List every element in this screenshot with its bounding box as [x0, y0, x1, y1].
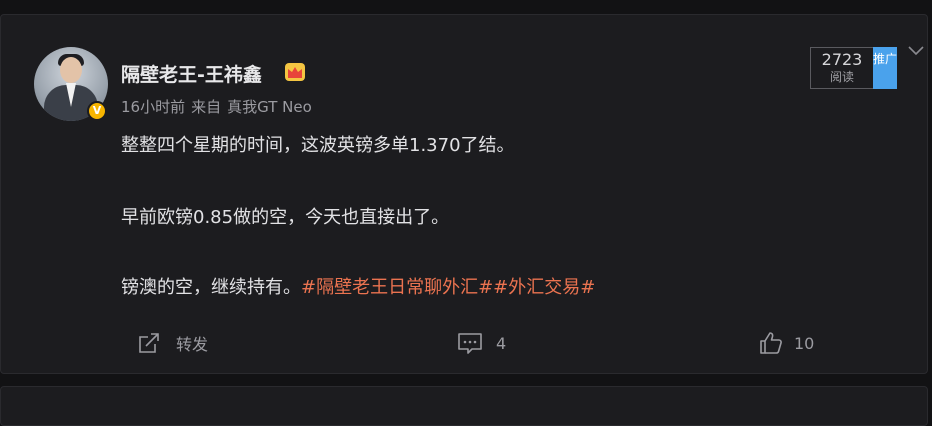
username[interactable]: 隔壁老王-王祎鑫 [121, 60, 262, 87]
post-meta: 16小时前 来自 真我GT Neo [121, 96, 318, 117]
like-button[interactable]: 10 [758, 330, 814, 356]
post-text-line: 镑澳的空，继续持有。#隔壁老王日常聊外汇##外汇交易# [121, 273, 595, 299]
comment-button[interactable]: 4 [456, 330, 506, 356]
next-post-card [0, 386, 928, 426]
post-text-line: 整整四个星期的时间，这波英镑多单1.370了结。 [121, 135, 515, 156]
comment-count: 4 [496, 333, 507, 353]
like-count: 10 [794, 333, 815, 353]
verified-badge-icon: V [87, 101, 107, 121]
repost-icon [139, 333, 159, 353]
read-label: 阅读 [829, 70, 854, 84]
read-count: 2723 [821, 50, 863, 69]
source-prefix: 来自 [191, 98, 222, 116]
source-device: 真我GT Neo [227, 98, 312, 116]
comment-icon [458, 333, 482, 354]
post-time[interactable]: 16小时前 [121, 98, 185, 116]
post-text: 镑澳的空，继续持有。 [121, 277, 301, 298]
repost-label: 转发 [176, 335, 209, 354]
hashtag-link[interactable]: #隔壁老王日常聊外汇# [301, 277, 493, 298]
post-text-line: 早前欧镑0.85做的空，今天也直接出了。 [121, 207, 450, 228]
hashtag-link[interactable]: #外汇交易# [493, 277, 595, 298]
crown-icon [285, 63, 305, 81]
read-count-box: 2723 阅读 [810, 47, 873, 89]
promote-button[interactable]: 推广 [873, 47, 897, 89]
thumbs-up-icon [760, 332, 782, 354]
chevron-down-icon[interactable] [907, 44, 925, 58]
repost-button[interactable]: 转发 [136, 330, 208, 356]
